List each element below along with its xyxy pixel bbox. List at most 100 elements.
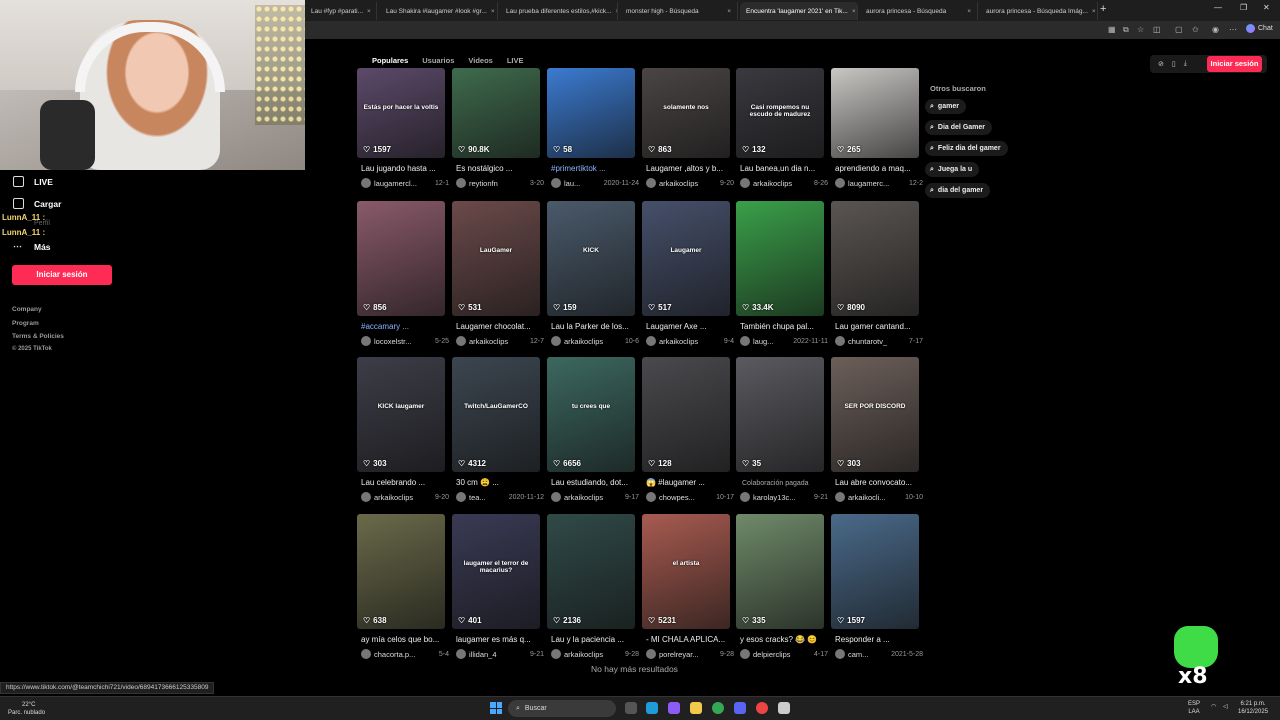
video-thumbnail[interactable]: ♡ 35: [736, 357, 824, 472]
related-search-pill[interactable]: ⌕ dia del gamer: [925, 183, 991, 198]
avatar[interactable]: [361, 492, 371, 502]
username[interactable]: arkaikocli...: [848, 493, 886, 502]
copilot-chat-button[interactable]: Chat: [1246, 24, 1273, 33]
video-title[interactable]: Lau la Parker de los...: [551, 322, 639, 331]
discord-icon[interactable]: [734, 702, 746, 714]
close-icon[interactable]: ×: [363, 8, 371, 15]
sidebar-login-button[interactable]: Iniciar sesión: [12, 265, 112, 285]
avatar[interactable]: [361, 336, 371, 346]
login-button[interactable]: Iniciar sesión: [1207, 56, 1262, 72]
video-title[interactable]: Lau estudiando, dot...: [551, 478, 639, 487]
avatar[interactable]: [456, 336, 466, 346]
username[interactable]: porelreyar...: [659, 650, 699, 659]
avatar[interactable]: [740, 178, 750, 188]
copilot-app-icon[interactable]: [668, 702, 680, 714]
video-title[interactable]: Lau gamer cantand...: [835, 322, 923, 331]
username[interactable]: laugamerc...: [848, 179, 889, 188]
username[interactable]: delpierclips: [753, 650, 791, 659]
avatar[interactable]: [646, 336, 656, 346]
browser-tab[interactable]: Lau #fyp #parati... ×: [305, 2, 377, 20]
video-thumbnail[interactable]: ♡ 90.8K: [452, 68, 540, 158]
video-thumbnail[interactable]: ♡ 638: [357, 514, 445, 629]
language-indicator[interactable]: ESP LAA: [1188, 700, 1200, 716]
username[interactable]: chacorta.p...: [374, 650, 415, 659]
username[interactable]: laugamercl...: [374, 179, 417, 188]
username[interactable]: arkaikoclips: [564, 337, 603, 346]
video-title[interactable]: También chupa pal...: [740, 322, 828, 331]
file-explorer-icon[interactable]: [690, 702, 702, 714]
avatar[interactable]: [835, 336, 845, 346]
video-thumbnail[interactable]: ♡ 33.4K: [736, 201, 824, 316]
video-title[interactable]: Lau banea,un dia n...: [740, 164, 828, 173]
video-title[interactable]: 😱 #laugamer ...: [646, 478, 734, 487]
profile-icon[interactable]: ◉: [1212, 25, 1219, 34]
video-thumbnail[interactable]: ♡ 58: [547, 68, 635, 158]
video-thumbnail[interactable]: Estás por hacer la voltis ♡ 1597: [357, 68, 445, 158]
video-thumbnail[interactable]: ♡ 8090: [831, 201, 919, 316]
video-thumbnail[interactable]: Twitch/LauGamerCO ♡ 4312: [452, 357, 540, 472]
close-icon[interactable]: ×: [487, 8, 495, 15]
video-thumbnail[interactable]: ♡ 1597: [831, 514, 919, 629]
video-thumbnail[interactable]: ♡ 128: [642, 357, 730, 472]
username[interactable]: chowpes...: [659, 493, 695, 502]
download-icon[interactable]: ⤓: [1184, 60, 1187, 68]
video-title[interactable]: aprendiendo a maq...: [835, 164, 923, 173]
avatar[interactable]: [361, 178, 371, 188]
edge-icon[interactable]: [646, 702, 658, 714]
window-close-icon[interactable]: ✕: [1263, 3, 1270, 12]
avatar[interactable]: [740, 649, 750, 659]
video-thumbnail[interactable]: ♡ 335: [736, 514, 824, 629]
video-title[interactable]: y esos cracks? 😂 😊: [740, 635, 828, 644]
avatar[interactable]: [835, 492, 845, 502]
browser-tab[interactable]: aurora princesa - Búsqueda Imág... ×: [980, 2, 1098, 20]
taskbar-search[interactable]: ⌕ Buscar: [508, 700, 616, 717]
sidebar-item-live[interactable]: LIVE: [13, 176, 53, 187]
video-title[interactable]: Lau celebrando ...: [361, 478, 449, 487]
video-thumbnail[interactable]: laugamer el terror de macarius? ♡ 401: [452, 514, 540, 629]
related-search-pill[interactable]: ⌕ Feliz dia del gamer: [925, 141, 1008, 156]
avatar[interactable]: [646, 492, 656, 502]
browser-tab-active[interactable]: Encuentra 'laugamer 2021' en Tik... ×: [740, 2, 858, 20]
video-thumbnail[interactable]: el artista ♡ 5231: [642, 514, 730, 629]
task-view-icon[interactable]: [625, 702, 637, 714]
username[interactable]: illidan_4: [469, 650, 497, 659]
video-thumbnail[interactable]: ♡ 2136: [547, 514, 635, 629]
browser-tab[interactable]: Lau Shakira #laugamer #look #gr... ×: [380, 2, 498, 20]
related-search-pill[interactable]: ⌕ gamer: [925, 99, 966, 114]
app-icon[interactable]: [778, 702, 790, 714]
avatar[interactable]: [740, 336, 750, 346]
video-thumbnail[interactable]: Laugamer ♡ 517: [642, 201, 730, 316]
extension-icon[interactable]: ▦: [1108, 25, 1116, 34]
username[interactable]: laug...: [753, 337, 773, 346]
compass-icon[interactable]: ⊘: [1158, 60, 1164, 68]
video-title[interactable]: Lau y la paciencia ...: [551, 635, 639, 644]
video-title[interactable]: Lau abre convocato...: [835, 478, 923, 487]
weather-widget[interactable]: 22°C Parc. nublado: [8, 701, 45, 717]
bookmark-star-icon[interactable]: ☆: [1137, 25, 1144, 34]
video-title[interactable]: 30 cm 😩 ...: [456, 478, 544, 487]
avatar[interactable]: [456, 492, 466, 502]
avatar[interactable]: [551, 649, 561, 659]
puzzle-icon[interactable]: ◫: [1153, 25, 1161, 34]
avatar[interactable]: [551, 178, 561, 188]
menu-dots-icon[interactable]: ⋯: [1229, 25, 1237, 34]
username[interactable]: lau...: [564, 179, 580, 188]
close-icon[interactable]: ×: [612, 8, 617, 15]
username[interactable]: arkaikoclips: [659, 179, 698, 188]
close-icon[interactable]: ×: [723, 8, 731, 15]
maximize-icon[interactable]: ❐: [1240, 3, 1247, 12]
username[interactable]: arkaikoclips: [753, 179, 792, 188]
video-title[interactable]: - MI CHALA APLICA...: [646, 635, 734, 644]
avatar[interactable]: [646, 178, 656, 188]
collections-icon[interactable]: ▢: [1175, 25, 1183, 34]
video-title[interactable]: ay mía celos que bo...: [361, 635, 449, 644]
video-thumbnail[interactable]: solamente nos ♡ 863: [642, 68, 730, 158]
clock[interactable]: 6:21 p.m. 16/12/2025: [1238, 700, 1268, 716]
avatar[interactable]: [551, 336, 561, 346]
video-title[interactable]: #accamary ...: [361, 322, 449, 331]
username[interactable]: arkaikoclips: [659, 337, 698, 346]
new-tab-button[interactable]: +: [1100, 3, 1106, 15]
footer-link-program[interactable]: Program: [12, 320, 39, 327]
sidebar-item-upload[interactable]: Cargar: [13, 198, 61, 209]
wifi-icon[interactable]: ◠: [1211, 703, 1216, 711]
